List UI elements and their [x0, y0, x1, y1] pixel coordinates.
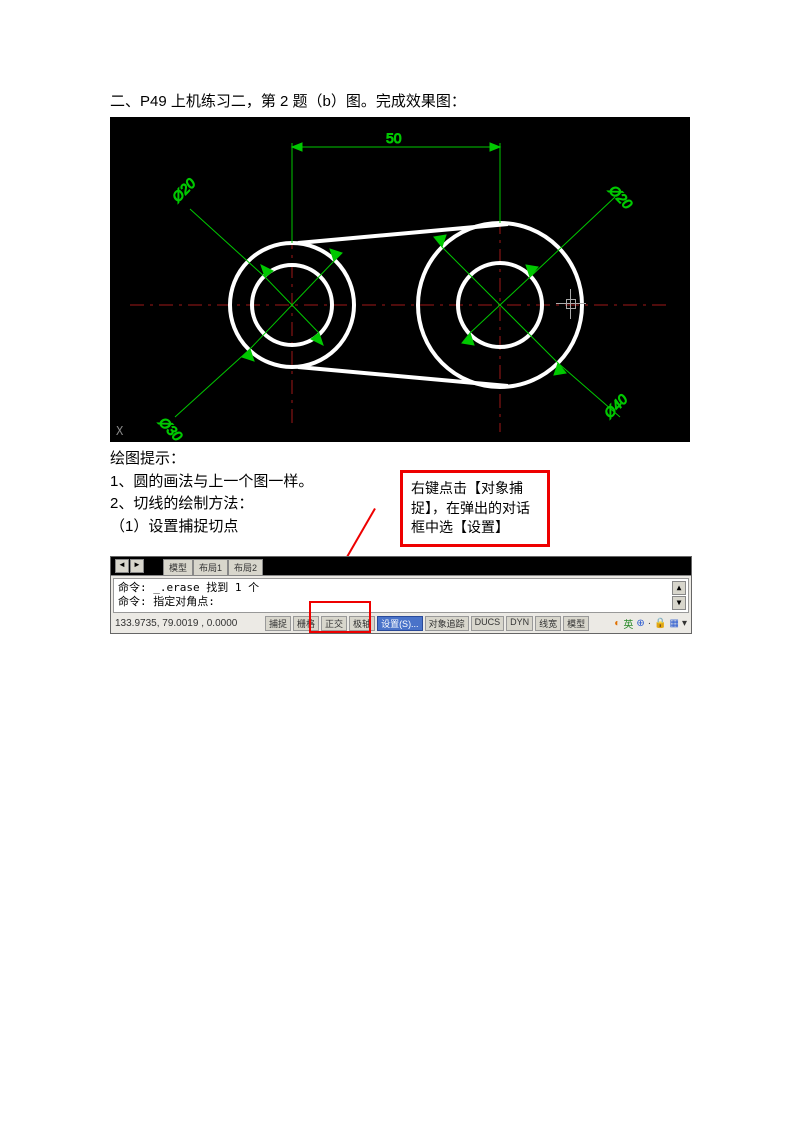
coordinate-readout: 133.9735, 79.0019 , 0.0000 — [113, 618, 265, 629]
tab-arrow-right-icon[interactable]: ► — [130, 559, 144, 573]
status-model[interactable]: 模型 — [563, 616, 589, 631]
tab-layout2[interactable]: 布局2 — [228, 559, 263, 575]
scroll-up-icon[interactable]: ▲ — [672, 581, 686, 595]
tray-separator: · — [648, 618, 651, 629]
cad-cursor — [556, 289, 586, 319]
tray-icons: ◐ 英 ⊕ · 🔒 ▦ ▾ — [614, 616, 687, 631]
dim-top: 50 — [386, 130, 402, 146]
status-toggle-buttons: 捕捉 栅格 正交 极轴 设置(S)... 对象追踪 DUCS DYN 线宽 模型 — [265, 616, 589, 631]
cad-command-ui: ◄ ► 模型 布局1 布局2 命令: _.erase 找到 1 个 命令: 指定… — [110, 556, 692, 634]
tray-comm-icon[interactable]: ◐ — [614, 618, 620, 629]
dim-bl: Ø30 — [155, 413, 186, 442]
tray-lock-icon[interactable]: 🔒 — [654, 618, 666, 629]
status-bar: 133.9735, 79.0019 , 0.0000 捕捉 栅格 正交 极轴 设… — [111, 615, 691, 633]
tray-satellite-icon[interactable]: ⊕ — [636, 618, 644, 629]
status-dyn[interactable]: DYN — [506, 616, 533, 631]
tray-toolbox-icon[interactable]: ▦ — [670, 618, 679, 629]
status-snap[interactable]: 捕捉 — [265, 616, 291, 631]
cmd-prompt-line: 命令: 指定对角点: — [118, 595, 684, 609]
status-polar[interactable]: 极轴 — [349, 616, 375, 631]
hints-heading: 绘图提示： — [110, 448, 690, 471]
cad-drawing-svg: 50 Ø20 Ø30 Ø20 — [110, 117, 690, 442]
tab-model[interactable]: 模型 — [163, 559, 193, 575]
tab-layout1[interactable]: 布局1 — [193, 559, 228, 575]
command-line-area[interactable]: 命令: _.erase 找到 1 个 命令: 指定对角点: ▲ ▼ — [113, 578, 689, 613]
status-grid[interactable]: 栅格 — [293, 616, 319, 631]
status-ortho[interactable]: 正交 — [321, 616, 347, 631]
tab-arrow-left-icon[interactable]: ◄ — [115, 559, 129, 573]
scroll-down-icon[interactable]: ▼ — [672, 596, 686, 610]
status-ducs[interactable]: DUCS — [471, 616, 505, 631]
dim-br: Ø40 — [600, 391, 631, 422]
dim-tr: Ø20 — [605, 181, 636, 212]
dim-tl: Ø20 — [168, 175, 199, 206]
tray-globe-icon[interactable]: 英 — [623, 616, 633, 631]
status-otrack[interactable]: 对象追踪 — [425, 616, 469, 631]
tray-dropdown-icon[interactable]: ▾ — [682, 618, 687, 629]
cad-tabs-bar: ◄ ► 模型 布局1 布局2 — [111, 557, 691, 576]
axis-label-x: X — [116, 424, 123, 438]
status-lwt[interactable]: 线宽 — [535, 616, 561, 631]
page-title: 二、P49 上机练习二，第 2 题（b）图。完成效果图： — [110, 90, 690, 111]
cad-drawing-viewport: 50 Ø20 Ø30 Ø20 — [110, 117, 690, 442]
cmd-history-line: 命令: _.erase 找到 1 个 — [118, 581, 684, 595]
callout-box: 右键点击【对象捕捉】，在弹出的对话框中选【设置】 — [400, 470, 550, 547]
callout-text: 右键点击【对象捕捉】，在弹出的对话框中选【设置】 — [411, 480, 530, 535]
status-osnap[interactable]: 设置(S)... — [377, 616, 423, 631]
